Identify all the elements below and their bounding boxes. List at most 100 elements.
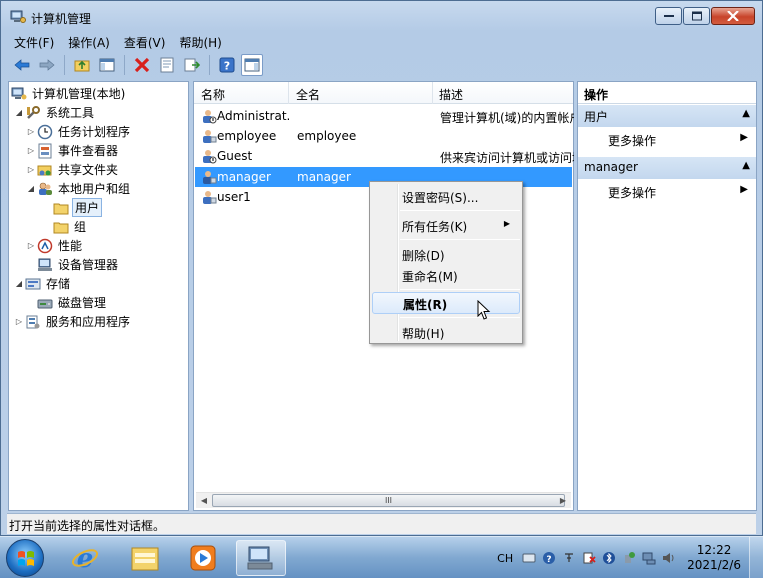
scroll-left-arrow-icon[interactable]: ◀ <box>197 494 211 508</box>
volume-icon[interactable] <box>662 551 676 565</box>
back-button[interactable] <box>11 54 33 76</box>
collapse-up-icon[interactable]: ▲ <box>742 108 750 119</box>
user-disabled-icon <box>203 150 217 164</box>
tree-item-local-users-groups[interactable]: ◢ 本地用户和组 <box>25 179 132 198</box>
show-hide-console-tree-button[interactable] <box>96 54 118 76</box>
column-header-name[interactable]: 名称 <box>201 86 225 103</box>
tree-item-groups[interactable]: 组 <box>53 217 88 236</box>
expand-arrow-icon[interactable]: ▷ <box>25 241 37 250</box>
actions-group-manager[interactable]: manager ▲ <box>578 157 756 179</box>
more-actions-item[interactable]: 更多操作 ▶ <box>578 181 756 201</box>
expand-arrow-icon[interactable]: ▷ <box>25 146 37 155</box>
action-center-icon[interactable] <box>582 551 596 565</box>
tree-item-label: 共享文件夹 <box>58 163 119 177</box>
status-text: 打开当前选择的属性对话框。 <box>9 519 166 533</box>
tree-item-users[interactable]: 用户 <box>53 198 103 217</box>
cell-description: 管理计算机(域)的内置帐户 <box>440 111 574 125</box>
taskbar-media-player[interactable] <box>178 540 228 576</box>
actions-group-users[interactable]: 用户 ▲ <box>578 105 756 127</box>
taskbar: e CH ? 12:22 2021/2/6 <box>0 536 763 578</box>
menu-item-set-password[interactable]: 设置密码(S)... <box>372 185 520 207</box>
actions-group-label: manager <box>584 160 638 174</box>
tree-item-device-manager[interactable]: 设备管理器 <box>37 255 120 274</box>
tree-item-task-scheduler[interactable]: ▷ 任务计划程序 <box>25 122 132 141</box>
minimize-button[interactable] <box>655 7 682 25</box>
submenu-arrow-icon: ▶ <box>503 219 510 228</box>
tree-item-disk-management[interactable]: 磁盘管理 <box>37 293 108 312</box>
expand-arrow-icon[interactable]: ▷ <box>13 317 25 326</box>
menu-help[interactable]: 帮助(H) <box>172 32 228 52</box>
help-button[interactable]: ? <box>216 54 238 76</box>
taskbar-internet-explorer[interactable]: e <box>60 540 110 576</box>
expand-arrow-icon[interactable]: ▷ <box>25 165 37 174</box>
taskbar-explorer[interactable] <box>120 540 170 576</box>
cell-name: manager <box>217 170 271 184</box>
column-divider[interactable] <box>432 82 433 104</box>
title-bar[interactable]: 计算机管理 <box>1 1 762 31</box>
event-viewer-icon <box>38 143 52 158</box>
scroll-right-arrow-icon[interactable]: ▶ <box>556 494 570 508</box>
collapse-up-icon[interactable]: ▲ <box>742 160 750 171</box>
close-button[interactable] <box>711 7 755 25</box>
input-language-indicator[interactable]: CH <box>497 552 513 565</box>
properties-button[interactable] <box>156 54 178 76</box>
column-header-fullname[interactable]: 全名 <box>296 86 320 103</box>
tree-item-event-viewer[interactable]: ▷ 事件查看器 <box>25 141 120 160</box>
disk-icon <box>37 299 53 308</box>
column-header-description[interactable]: 描述 <box>439 86 463 103</box>
export-list-button[interactable] <box>181 54 203 76</box>
table-row[interactable]: Administrat... 管理计算机(域)的内置帐户 <box>195 106 574 126</box>
tree-item-shared-folders[interactable]: ▷ 共享文件夹 <box>25 160 120 179</box>
menu-item-all-tasks[interactable]: 所有任务(K) ▶ <box>372 214 520 236</box>
window-title: 计算机管理 <box>31 12 92 26</box>
taskbar-computer-management[interactable] <box>236 540 286 576</box>
svg-text:e: e <box>77 544 94 573</box>
menu-file[interactable]: 文件(F) <box>7 32 61 52</box>
cell-fullname: employee <box>297 129 357 143</box>
ime-options-icon[interactable] <box>562 551 576 565</box>
horizontal-scrollbar[interactable]: ◀ III ▶ <box>196 492 571 508</box>
column-divider[interactable] <box>288 82 289 104</box>
menu-bar: 文件(F) 操作(A) 查看(V) 帮助(H) <box>7 32 756 52</box>
tree-item-system-tools[interactable]: ◢ 系统工具 <box>13 103 96 122</box>
console-tree[interactable]: 计算机管理(本地) ◢ 系统工具 ▷ 任务计划程序 ▷ 事件查看器 ▷ 共享文件… <box>8 81 189 511</box>
tree-item-computer-management[interactable]: 计算机管理(本地) <box>11 84 127 103</box>
menu-action[interactable]: 操作(A) <box>61 32 117 52</box>
clock-icon <box>37 124 53 139</box>
help-circle-icon[interactable]: ? <box>542 551 556 565</box>
more-actions-item[interactable]: 更多操作 ▶ <box>578 129 756 149</box>
cell-name: employee <box>217 129 277 143</box>
tree-item-performance[interactable]: ▷ 性能 <box>25 236 84 255</box>
menu-view[interactable]: 查看(V) <box>117 32 173 52</box>
clock[interactable]: 12:22 2021/2/6 <box>687 543 741 573</box>
network-icon[interactable] <box>642 551 656 565</box>
bluetooth-icon[interactable] <box>602 551 616 565</box>
menu-item-delete[interactable]: 删除(D) <box>372 243 520 265</box>
keyboard-icon[interactable] <box>522 551 536 565</box>
up-one-level-button[interactable] <box>71 54 93 76</box>
show-hide-action-pane-button[interactable] <box>241 54 263 76</box>
table-row[interactable]: employee employee <box>195 126 572 146</box>
table-row[interactable]: Guest 供来宾访问计算机或访问域 <box>195 146 574 166</box>
maximize-button[interactable] <box>683 7 710 25</box>
show-hide-action-pane-icon <box>244 58 260 72</box>
menu-item-rename[interactable]: 重命名(M) <box>372 264 520 286</box>
tree-item-storage[interactable]: ◢ 存储 <box>13 274 72 293</box>
collapse-arrow-icon[interactable]: ◢ <box>25 184 37 193</box>
forward-button[interactable] <box>36 54 58 76</box>
minimize-icon <box>663 15 674 17</box>
delete-button[interactable] <box>131 54 153 76</box>
menu-item-help[interactable]: 帮助(H) <box>372 321 520 343</box>
media-player-icon <box>190 545 216 571</box>
internet-explorer-icon: e <box>71 544 99 573</box>
collapse-arrow-icon[interactable]: ◢ <box>13 279 25 288</box>
tree-item-label: 事件查看器 <box>58 144 119 158</box>
menu-item-properties[interactable]: 属性(R) <box>372 292 520 314</box>
safely-remove-hardware-icon[interactable] <box>622 551 636 565</box>
tree-item-services-applications[interactable]: ▷ 服务和应用程序 <box>13 312 132 331</box>
collapse-arrow-icon[interactable]: ◢ <box>13 108 25 117</box>
start-button[interactable] <box>6 539 44 577</box>
show-desktop-button[interactable] <box>749 537 763 578</box>
scrollbar-thumb[interactable]: III <box>212 494 565 507</box>
expand-arrow-icon[interactable]: ▷ <box>25 127 37 136</box>
